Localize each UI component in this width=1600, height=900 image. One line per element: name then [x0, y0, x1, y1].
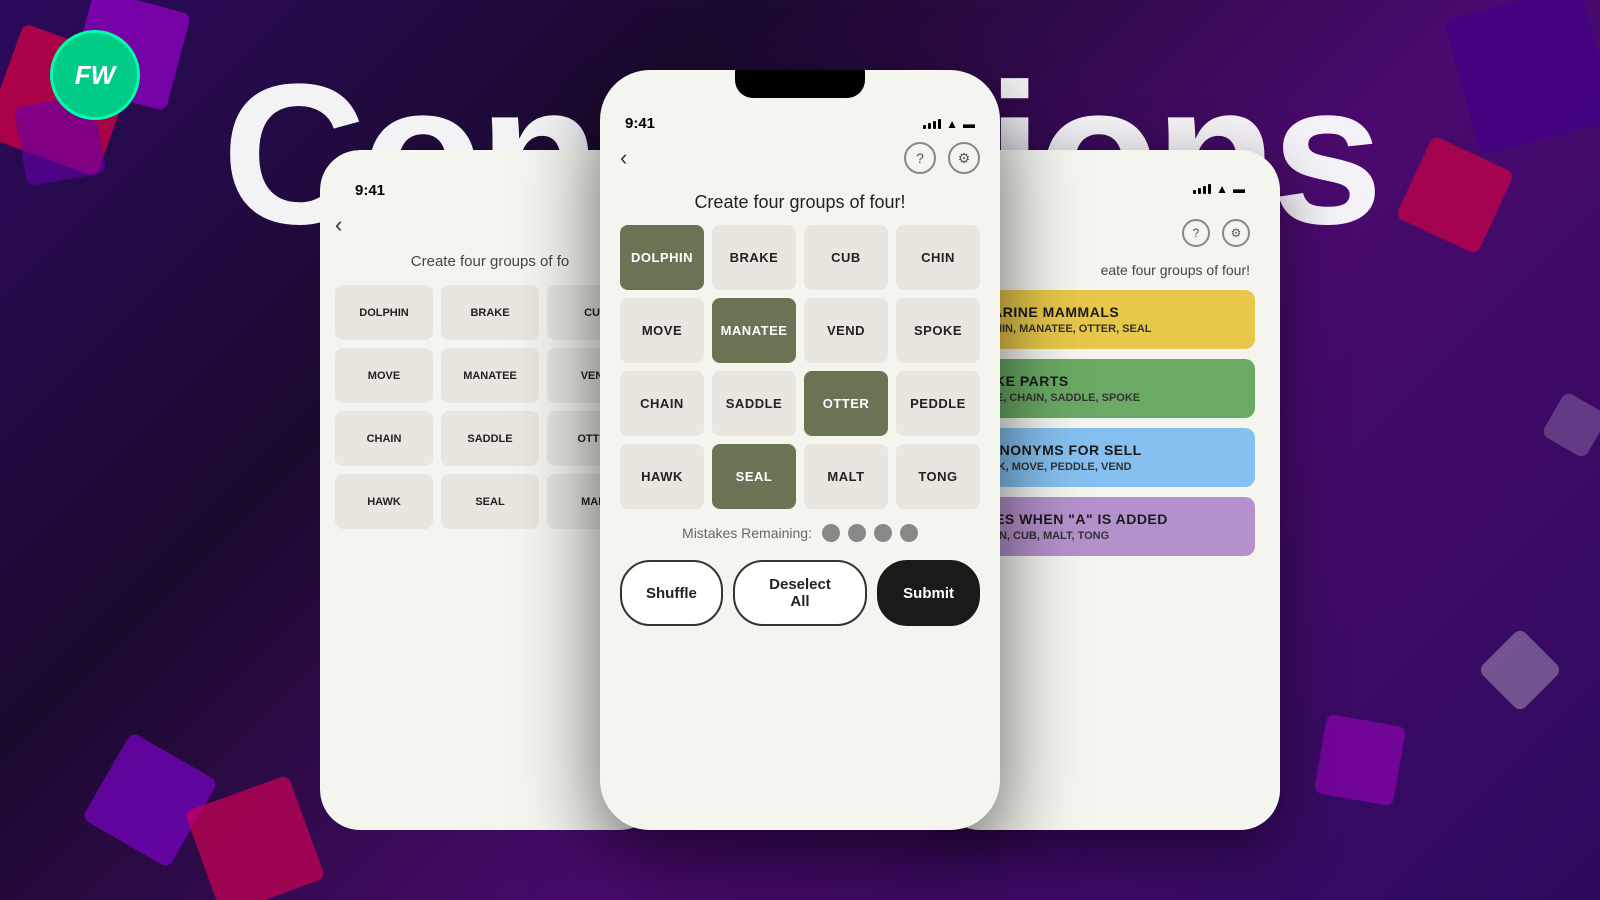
left-tile[interactable]: MOVE: [335, 348, 433, 403]
center-word-tile[interactable]: SADDLE: [712, 371, 796, 436]
center-word-tile[interactable]: PEDDLE: [896, 371, 980, 436]
right-nav: ? ⚙: [965, 214, 1255, 262]
left-tile[interactable]: BRAKE: [441, 285, 539, 340]
left-tile[interactable]: MANATEE: [441, 348, 539, 403]
result-card-title: BIKE PARTS: [980, 373, 1240, 389]
fw-logo-text: FW: [75, 60, 115, 91]
wifi-icon: ▲: [946, 117, 958, 131]
settings-icon[interactable]: ⚙: [948, 142, 980, 174]
mistake-dot-3: [874, 524, 892, 542]
left-nav: ‹: [335, 207, 645, 253]
left-tile[interactable]: CHAIN: [335, 411, 433, 466]
mistake-dots: [822, 524, 918, 542]
left-tile[interactable]: DOLPHIN: [335, 285, 433, 340]
center-word-tile[interactable]: CHAIN: [620, 371, 704, 436]
right-subtitle: eate four groups of four!: [965, 262, 1255, 290]
left-back-icon[interactable]: ‹: [335, 212, 342, 238]
result-card-title: RIES WHEN "A" IS ADDED: [980, 511, 1240, 527]
left-word-grid: DOLPHINBRAKECUBMOVEMANATEEVENDCHAINSADDL…: [335, 285, 645, 529]
result-card-title: MARINE MAMMALS: [980, 304, 1240, 320]
shuffle-button[interactable]: Shuffle: [620, 560, 723, 626]
center-word-tile[interactable]: DOLPHIN: [620, 225, 704, 290]
mistakes-label: Mistakes Remaining:: [682, 525, 812, 541]
center-word-tile[interactable]: VEND: [804, 298, 888, 363]
center-word-grid: DOLPHINBRAKECUBCHIN MOVEMANATEEVENDSPOKE C…: [615, 225, 985, 509]
signal-icon: [923, 119, 941, 129]
result-card: BIKE PARTS AKE, CHAIN, SADDLE, SPOKE: [965, 359, 1255, 418]
deselect-all-button[interactable]: Deselect All: [733, 560, 867, 626]
mistake-dot-1: [822, 524, 840, 542]
center-word-tile[interactable]: MANATEE: [712, 298, 796, 363]
center-word-tile[interactable]: OTTER: [804, 371, 888, 436]
right-signal-icon: [1193, 184, 1211, 194]
left-tile[interactable]: HAWK: [335, 474, 433, 529]
result-card-items: AWK, MOVE, PEDDLE, VEND: [980, 461, 1240, 473]
center-word-tile[interactable]: CUB: [804, 225, 888, 290]
mistake-dot-4: [900, 524, 918, 542]
result-cards: MARINE MAMMALS LPHIN, MANATEE, OTTER, SEA…: [965, 290, 1255, 556]
result-card: SYNONYMS FOR SELL AWK, MOVE, PEDDLE, VEND: [965, 428, 1255, 487]
center-game-title: Create four groups of four!: [615, 184, 985, 225]
center-word-tile[interactable]: MALT: [804, 444, 888, 509]
right-help-icon[interactable]: ?: [1182, 219, 1210, 247]
phones-container: 9:41 ‹ Create four groups of fo DOLPHINB…: [0, 0, 1600, 900]
result-card: RIES WHEN "A" IS ADDED CHIN, CUB, MALT, T…: [965, 497, 1255, 556]
phone-notch: [735, 70, 865, 98]
center-word-tile[interactable]: TONG: [896, 444, 980, 509]
left-tile[interactable]: SADDLE: [441, 411, 539, 466]
left-tile[interactable]: SEAL: [441, 474, 539, 529]
center-word-tile[interactable]: BRAKE: [712, 225, 796, 290]
result-card-items: LPHIN, MANATEE, OTTER, SEAL: [980, 323, 1240, 335]
result-card: MARINE MAMMALS LPHIN, MANATEE, OTTER, SEA…: [965, 290, 1255, 349]
center-word-tile[interactable]: CHIN: [896, 225, 980, 290]
help-icon[interactable]: ?: [904, 142, 936, 174]
right-wifi-icon: ▲: [1216, 182, 1228, 196]
phone-center: 9:41 ▲ ▬ ‹ ? ⚙ Create four groups of f: [600, 70, 1000, 830]
center-word-tile[interactable]: HAWK: [620, 444, 704, 509]
fw-logo: FW: [50, 30, 140, 120]
battery-icon: ▬: [963, 117, 975, 131]
right-battery-icon: ▬: [1233, 182, 1245, 196]
result-card-title: SYNONYMS FOR SELL: [980, 442, 1240, 458]
submit-button[interactable]: Submit: [877, 560, 980, 626]
right-status-icons: ▲ ▬: [1193, 182, 1245, 196]
right-settings-icon[interactable]: ⚙: [1222, 219, 1250, 247]
center-inner: 9:41 ▲ ▬ ‹ ? ⚙ Create four groups of f: [600, 70, 1000, 830]
center-word-tile[interactable]: MOVE: [620, 298, 704, 363]
center-word-tile[interactable]: SPOKE: [896, 298, 980, 363]
result-card-items: AKE, CHAIN, SADDLE, SPOKE: [980, 392, 1240, 404]
left-status-time: 9:41: [355, 182, 385, 199]
center-nav-icons: ? ⚙: [904, 142, 980, 174]
left-status-bar: 9:41: [335, 170, 645, 207]
left-subtitle: Create four groups of fo: [335, 253, 645, 285]
action-buttons: Shuffle Deselect All Submit: [615, 552, 985, 634]
status-icons: ▲ ▬: [923, 117, 975, 131]
center-word-tile[interactable]: SEAL: [712, 444, 796, 509]
mistake-dot-2: [848, 524, 866, 542]
result-card-items: CHIN, CUB, MALT, TONG: [980, 530, 1240, 542]
right-phone-content: ? ⚙ eate four groups of four! MARINE MAM…: [955, 204, 1265, 576]
center-back-icon[interactable]: ‹: [620, 145, 627, 171]
center-nav-bar: ‹ ? ⚙: [615, 137, 985, 184]
right-status-bar: ▲ ▬: [955, 170, 1265, 204]
center-status-time: 9:41: [625, 115, 655, 132]
center-status-bar: 9:41 ▲ ▬: [615, 115, 985, 137]
mistakes-row: Mistakes Remaining:: [615, 509, 985, 552]
